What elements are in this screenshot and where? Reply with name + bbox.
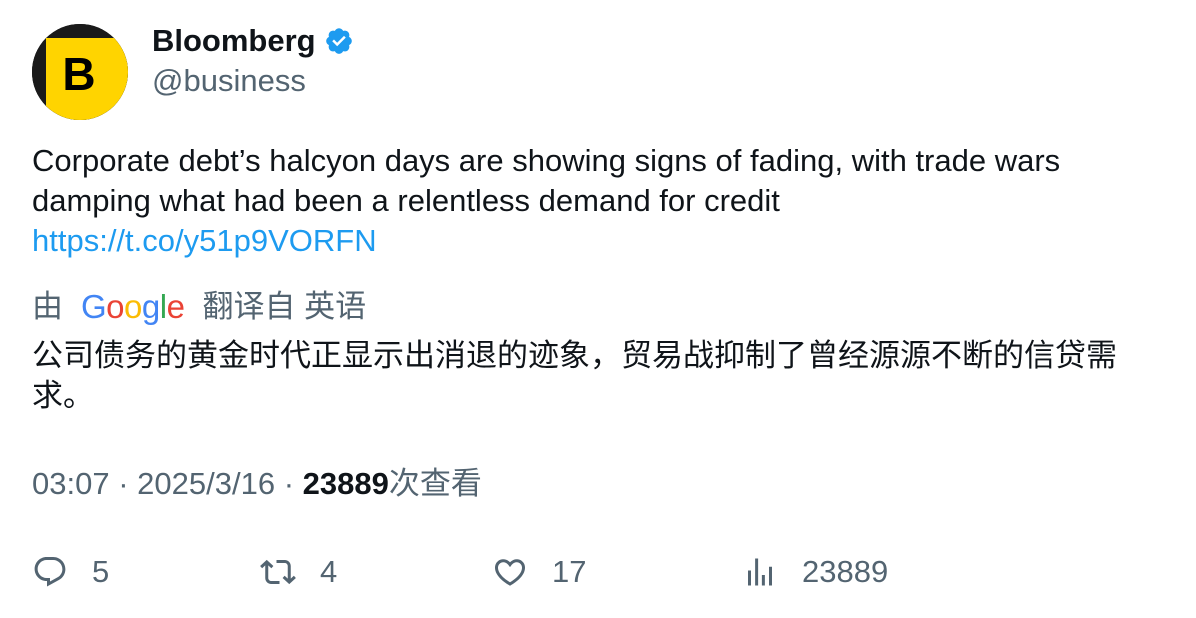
retweet-count: 4 — [320, 554, 338, 589]
views-label: 次查看 — [388, 466, 482, 501]
heart-icon — [494, 559, 526, 586]
translation-by-label: 由 — [32, 289, 63, 324]
like-count: 17 — [552, 554, 587, 589]
tweet-date[interactable]: 2025/3/16 — [137, 466, 275, 501]
avatar-letter: B — [62, 48, 95, 100]
display-name-text: Bloomberg — [152, 23, 316, 58]
meta-separator-2: · — [283, 466, 295, 501]
meta-separator: · — [118, 466, 129, 501]
translated-text: 公司债务的黄金时代正显示出消退的迹象，贸易战抑制了曾经源源不断的信贷需求。 — [32, 338, 1117, 413]
reply-button[interactable]: 5 — [32, 550, 109, 594]
like-button[interactable]: 17 — [492, 550, 586, 594]
tweet-actions: 5 4 17 23889 — [32, 550, 1162, 594]
views-count: 23889 — [302, 466, 389, 501]
translation-attribution: 由 Google 翻译自 英语 — [32, 287, 366, 327]
tweet-meta: 03:07 · 2025/3/16 · 23889次查看 — [32, 464, 482, 504]
retweet-button[interactable]: 4 — [260, 550, 337, 594]
analytics-icon — [748, 558, 772, 586]
handle[interactable]: @business — [152, 62, 306, 100]
display-name[interactable]: Bloomberg — [152, 22, 354, 60]
tweet-time[interactable]: 03:07 — [32, 466, 110, 501]
retweet-icon — [260, 559, 296, 585]
views-button[interactable]: 23889 — [742, 550, 888, 594]
google-logo[interactable]: Google — [81, 287, 185, 327]
views-action-count: 23889 — [802, 554, 889, 589]
bloomberg-logo: B — [32, 24, 128, 120]
tweet-link[interactable]: https://t.co/y51p9VORFN — [32, 221, 377, 261]
reply-icon — [34, 557, 66, 587]
translated-from-label: 翻译自 英语 — [202, 289, 367, 324]
tweet-text: Corporate debt’s halcyon days are showin… — [32, 141, 1162, 261]
reply-count: 5 — [92, 554, 110, 589]
avatar[interactable]: B — [32, 24, 128, 120]
verified-badge-icon — [325, 28, 352, 54]
tweet-body: Corporate debt’s halcyon days are showin… — [32, 143, 1061, 218]
